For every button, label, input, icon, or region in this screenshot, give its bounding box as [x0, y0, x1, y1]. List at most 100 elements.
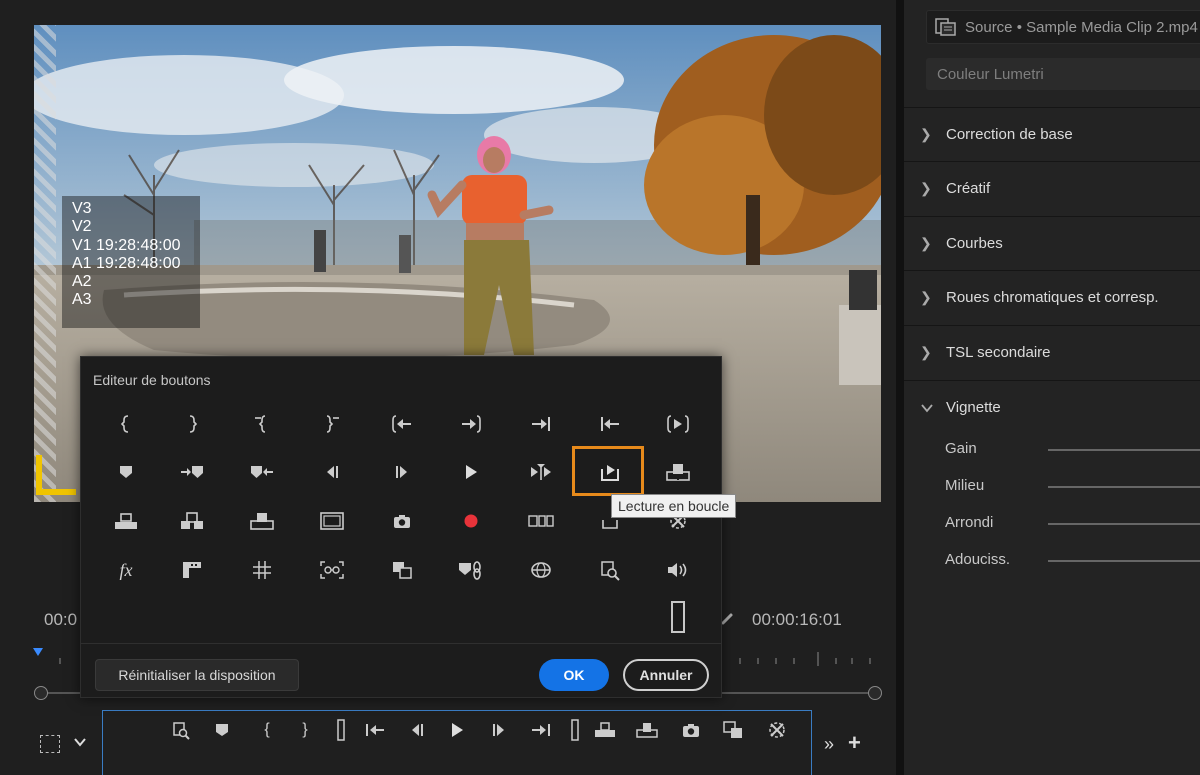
cancel-button[interactable]: Annuler — [623, 659, 709, 691]
go-to-next-marker-icon[interactable] — [175, 457, 209, 487]
step-forward-icon[interactable] — [485, 719, 513, 741]
control-label: Adouciss. — [945, 551, 1011, 568]
overwrite-icon[interactable] — [661, 457, 695, 487]
go-to-out-icon[interactable] — [454, 409, 488, 439]
overwrite-icon[interactable] — [633, 719, 661, 741]
safe-margin-hatch — [34, 25, 56, 502]
vignette-milieu-row: Milieu — [945, 477, 1200, 497]
insert-icon[interactable] — [245, 506, 279, 536]
source-title: Source • Sample Media Clip 2.mp4 — [965, 18, 1198, 36]
step-forward-icon[interactable] — [385, 457, 419, 487]
insert-search-icon[interactable] — [167, 719, 195, 741]
tooltip: Lecture en boucle — [611, 494, 737, 518]
spacer-icon[interactable] — [327, 719, 355, 741]
vignette-arrondi-row: Arrondi — [945, 514, 1200, 534]
section-label: Correction de base — [946, 126, 1073, 143]
vr-headset-icon[interactable] — [524, 555, 558, 585]
marker-link-icon[interactable] — [454, 555, 488, 585]
compare-view-icon[interactable] — [719, 719, 747, 741]
button-editor-plus-icon[interactable]: + — [848, 730, 861, 756]
panel-divider[interactable] — [896, 0, 904, 775]
go-to-next-edit-icon[interactable] — [524, 409, 558, 439]
vignette-adoucissement-row: Adouciss. — [945, 551, 1200, 571]
chevron-right-icon[interactable]: ❯ — [920, 180, 938, 197]
chevron-right-icon[interactable]: ❯ — [920, 289, 938, 306]
control-label: Arrondi — [945, 514, 994, 531]
overlay-line: V1 19:28:48:00 — [72, 236, 181, 254]
playhead-marker[interactable] — [33, 648, 43, 656]
transmit-icon[interactable] — [175, 555, 209, 585]
vignette-gain-row: Gain — [945, 440, 1200, 460]
source-clip-selector[interactable]: Source • Sample Media Clip 2.mp4 — [926, 10, 1200, 44]
mark-out-icon[interactable] — [175, 409, 209, 439]
chevron-down-icon[interactable] — [920, 400, 938, 416]
vr-video-icon[interactable] — [315, 555, 349, 585]
camera-icon[interactable] — [385, 506, 419, 536]
overlay-line: V3 — [72, 200, 92, 217]
overlay-line: V2 — [72, 218, 92, 236]
step-back-icon[interactable] — [403, 719, 431, 741]
play-in-to-out-icon[interactable] — [661, 409, 695, 439]
insert-search-icon[interactable] — [593, 555, 627, 585]
spacer-icon[interactable] — [561, 719, 589, 741]
play-icon[interactable] — [454, 457, 488, 487]
mark-in-icon[interactable]: { — [253, 719, 281, 741]
safe-margin-corner — [36, 455, 76, 495]
multicam-icon[interactable] — [524, 506, 558, 536]
spacer-icon[interactable] — [671, 601, 685, 633]
extract-icon[interactable] — [175, 506, 209, 536]
reset-layout-button[interactable]: Réinitialiser la disposition — [95, 659, 299, 691]
arrondi-slider[interactable] — [1048, 523, 1200, 525]
proxy-toggle-icon[interactable] — [763, 719, 791, 741]
clear-out-icon[interactable] — [315, 409, 349, 439]
scrollbar-start-handle[interactable] — [34, 686, 48, 700]
section-creatif[interactable]: ❯ Créatif — [904, 161, 1200, 215]
chevron-right-icon[interactable]: ❯ — [920, 126, 938, 143]
camera-icon[interactable] — [677, 719, 705, 741]
chevron-right-icon[interactable]: ❯ — [920, 344, 938, 361]
play-icon[interactable] — [443, 719, 471, 741]
chevron-right-icon[interactable]: ❯ — [920, 235, 938, 252]
section-tsl-secondaire[interactable]: ❯ TSL secondaire — [904, 325, 1200, 379]
lift-icon[interactable] — [109, 506, 143, 536]
section-label: TSL secondaire — [946, 344, 1051, 361]
play-around-icon[interactable] — [524, 457, 558, 487]
safe-margins-icon[interactable] — [315, 506, 349, 536]
go-to-in-icon[interactable] — [361, 719, 389, 741]
add-marker-icon[interactable] — [109, 457, 143, 487]
insert-icon[interactable] — [591, 719, 619, 741]
go-to-previous-edit-icon[interactable] — [593, 409, 627, 439]
selected-button-highlight — [572, 446, 644, 496]
transport-controls: { } — [102, 710, 812, 775]
go-to-previous-marker-icon[interactable] — [245, 457, 279, 487]
adoucissement-slider[interactable] — [1048, 560, 1200, 562]
go-to-out-icon[interactable] — [527, 719, 555, 741]
section-vignette[interactable]: Vignette — [904, 380, 1200, 434]
settings-wrench-icon[interactable] — [720, 608, 738, 626]
ok-button[interactable]: OK — [539, 659, 609, 691]
control-label: Gain — [945, 440, 977, 457]
step-back-icon[interactable] — [315, 457, 349, 487]
safe-margins-icon[interactable] — [40, 735, 60, 753]
go-to-in-icon[interactable] — [385, 409, 419, 439]
clear-in-icon[interactable] — [245, 409, 279, 439]
dialog-title: Editeur de boutons — [93, 372, 211, 388]
section-courbes[interactable]: ❯ Courbes — [904, 216, 1200, 270]
add-marker-icon[interactable] — [208, 719, 236, 741]
mark-out-icon[interactable]: } — [291, 719, 319, 741]
gain-slider[interactable] — [1048, 449, 1200, 451]
fx-bypass-icon[interactable]: fx — [109, 555, 143, 585]
chevron-down-icon[interactable] — [72, 734, 92, 754]
current-timecode[interactable]: 00:0 — [44, 610, 77, 630]
record-icon[interactable] — [454, 506, 488, 536]
section-roues-chromatiques[interactable]: ❯ Roues chromatiques et corresp. — [904, 270, 1200, 324]
grid-guides-icon[interactable] — [245, 555, 279, 585]
section-label: Courbes — [946, 235, 1003, 252]
scrollbar-end-handle[interactable] — [868, 686, 882, 700]
volume-icon[interactable] — [661, 555, 695, 585]
milieu-slider[interactable] — [1048, 486, 1200, 488]
more-chevrons-icon[interactable]: » — [824, 734, 834, 755]
mark-in-icon[interactable] — [109, 409, 143, 439]
compare-view-icon[interactable] — [385, 555, 419, 585]
section-correction-de-base[interactable]: ❯ Correction de base — [904, 107, 1200, 161]
